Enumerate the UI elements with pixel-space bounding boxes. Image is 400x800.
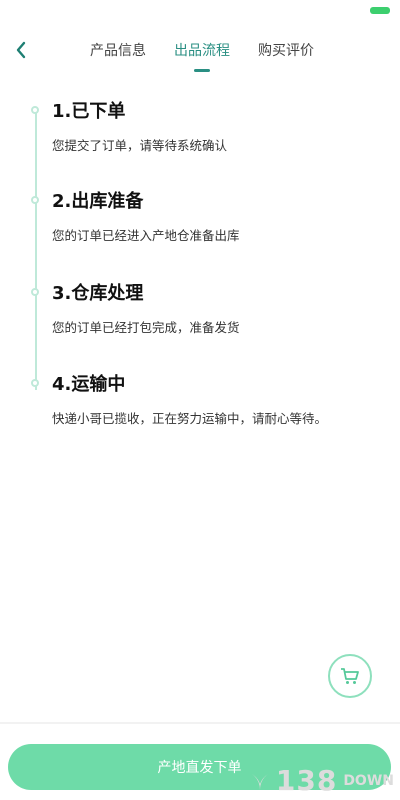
timeline-dot <box>31 379 39 387</box>
top-navigation: 产品信息 出品流程 购买评价 <box>0 28 400 80</box>
leaf-logo-icon <box>251 773 268 790</box>
step-description: 快递小哥已揽收，正在努力运输中，请耐心等待。 <box>52 411 328 426</box>
timeline-step: 3.仓库处理 您的订单已经打包完成，准备发货 <box>52 279 388 336</box>
process-timeline: 1.已下单 您提交了订单，请等待系统确认 2.出库准备 您的订单已经进入产地仓准… <box>0 100 400 430</box>
timeline-step: 2.出库准备 您的订单已经进入产地仓准备出库 <box>52 187 388 244</box>
step-title: 1.已下单 <box>52 101 126 122</box>
step-description: 您的订单已经打包完成，准备发货 <box>52 320 240 335</box>
tab-product-info[interactable]: 产品信息 <box>90 40 146 70</box>
tab-purchase-reviews[interactable]: 购买评价 <box>258 40 314 70</box>
step-title: 2.出库准备 <box>52 191 144 212</box>
timeline-step: 1.已下单 您提交了订单，请等待系统确认 <box>52 97 388 154</box>
cart-button[interactable] <box>328 654 372 698</box>
step-description: 您的订单已经进入产地仓准备出库 <box>52 228 240 243</box>
bottom-divider <box>0 722 400 724</box>
tab-bar: 产品信息 出品流程 购买评价 <box>90 40 314 70</box>
tab-production-process[interactable]: 出品流程 <box>174 40 230 70</box>
timeline-dot <box>31 106 39 114</box>
timeline-step: 4.运输中 快递小哥已揽收，正在努力运输中，请耐心等待。 <box>52 370 388 427</box>
step-description: 您提交了订单，请等待系统确认 <box>52 138 228 153</box>
timeline-rail <box>35 110 37 390</box>
battery-icon <box>370 7 390 14</box>
watermark-logo: 138 DOWN <box>250 764 394 797</box>
step-title: 4.运输中 <box>52 374 126 395</box>
back-arrow-icon[interactable] <box>10 38 32 62</box>
step-title: 3.仓库处理 <box>52 283 144 304</box>
timeline-dot <box>31 196 39 204</box>
cart-icon <box>341 668 359 684</box>
watermark-text: DOWN <box>343 772 394 789</box>
status-bar <box>0 0 400 20</box>
watermark-number: 138 <box>275 764 338 797</box>
timeline-dot <box>31 288 39 296</box>
